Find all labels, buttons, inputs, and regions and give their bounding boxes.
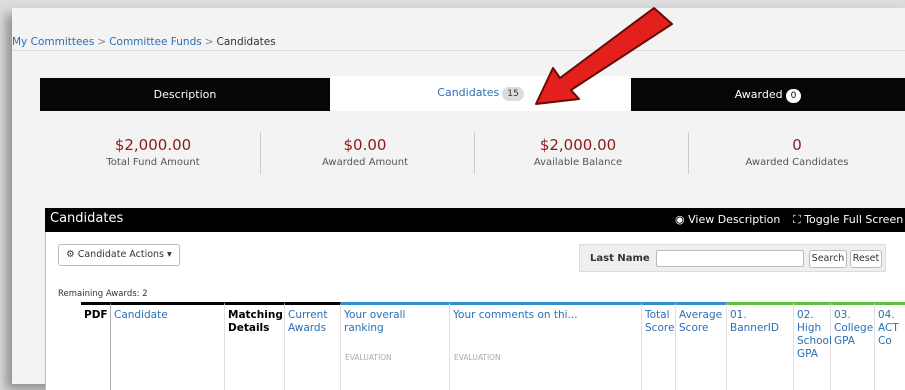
arrow-shape: [535, 7, 673, 105]
annotation-arrow-icon: [535, 7, 673, 105]
